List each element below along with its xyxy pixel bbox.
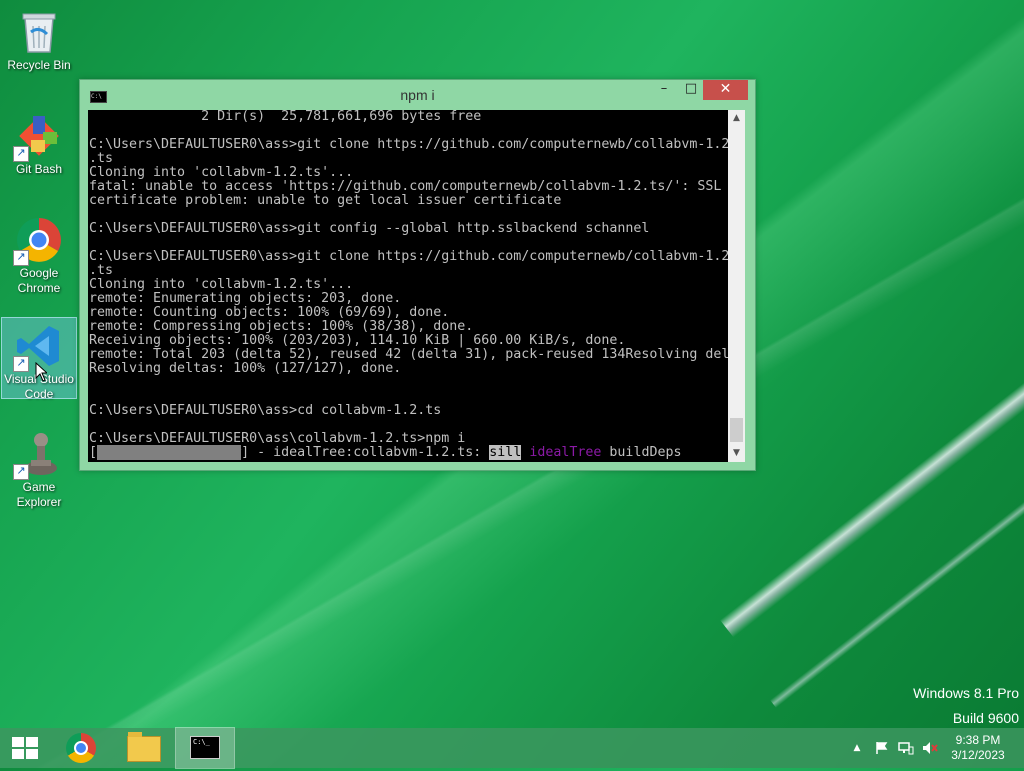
console-line: Resolving deltas: 100% (127/127), done. bbox=[89, 361, 402, 376]
console-window[interactable]: C:\ npm i – □ ✕ 2 Dir(s) 25,781,661,696 … bbox=[79, 79, 756, 471]
recycle-bin-icon bbox=[15, 8, 63, 56]
console-line: remote: Enumerating objects: 203, done. bbox=[89, 291, 402, 306]
scroll-down-icon[interactable]: ▼ bbox=[728, 445, 745, 462]
console-line: Cloning into 'collabvm-1.2.ts'... bbox=[89, 277, 354, 292]
console-line: remote: Compressing objects: 100% (38/38… bbox=[89, 319, 474, 334]
progress-open: [ bbox=[89, 445, 98, 460]
console-line: C:\Users\DEFAULTUSER0\ass>git clone http… bbox=[89, 137, 728, 152]
console-line: Cloning into 'collabvm-1.2.ts'... bbox=[89, 165, 354, 180]
desktop-icon-label: Google Chrome bbox=[17, 266, 61, 295]
desktop-icon-google-chrome[interactable]: ↗ Google Chrome bbox=[2, 212, 76, 296]
console-line: .ts bbox=[89, 151, 114, 166]
window-titlebar[interactable]: C:\ npm i – □ ✕ bbox=[80, 80, 755, 110]
console-line: 2 Dir(s) 25,781,661,696 bytes free bbox=[89, 110, 482, 124]
console-line: remote: Total 203 (delta 52), reused 42 … bbox=[89, 347, 728, 362]
start-button[interactable] bbox=[0, 728, 50, 768]
clock-date: 3/12/2023 bbox=[951, 748, 1005, 762]
vertical-scrollbar[interactable]: ▲ ▼ bbox=[728, 110, 745, 462]
scroll-up-icon[interactable]: ▲ bbox=[728, 110, 745, 127]
progress-stage: idealTree bbox=[529, 445, 602, 460]
os-build-watermark: Build 9600 bbox=[952, 710, 1019, 726]
taskbar-cmd-button[interactable]: C:\_ bbox=[175, 727, 235, 769]
console-line: remote: Counting objects: 100% (69/69), … bbox=[89, 305, 450, 320]
action-center-flag-icon[interactable] bbox=[872, 728, 892, 768]
network-icon[interactable] bbox=[896, 728, 916, 768]
console-line: Receiving objects: 100% (203/203), 114.1… bbox=[89, 333, 626, 348]
desktop-icon-visual-studio-code[interactable]: ↗ Visual Studio Code bbox=[1, 317, 77, 401]
git-bash-icon: ↗ bbox=[13, 112, 63, 162]
chrome-icon: ↗ bbox=[13, 216, 63, 266]
console-line: C:\Users\DEFAULTUSER0\ass>git config --g… bbox=[89, 221, 650, 236]
console-line: C:\Users\DEFAULTUSER0\ass\collabvm-1.2.t… bbox=[89, 431, 466, 446]
taskbar-clock[interactable]: 9:38 PM 3/12/2023 bbox=[948, 733, 1008, 763]
console-line: fatal: unable to access 'https://github.… bbox=[89, 179, 722, 194]
close-button[interactable]: ✕ bbox=[703, 80, 748, 100]
clock-time: 9:38 PM bbox=[955, 733, 1001, 747]
desktop-icon-game-explorer[interactable]: ↗ Game Explorer bbox=[2, 426, 76, 510]
taskbar: C:\_ ▲ 9:38 PM 3/12/2023 bbox=[0, 727, 1024, 769]
windows-logo-icon bbox=[12, 737, 38, 759]
log-level-badge: sill bbox=[489, 445, 522, 460]
progress-text: ] - idealTree:collabvm-1.2.ts: bbox=[241, 445, 490, 460]
os-edition-watermark: Windows 8.1 Pro bbox=[913, 685, 1019, 701]
wallpaper-streak bbox=[720, 299, 1024, 638]
scroll-thumb[interactable] bbox=[730, 418, 743, 442]
console-line: C:\Users\DEFAULTUSER0\ass>git clone http… bbox=[89, 249, 728, 264]
show-hidden-icons-button[interactable]: ▲ bbox=[848, 728, 866, 768]
shortcut-arrow-icon: ↗ bbox=[13, 146, 29, 162]
console-line: C:\Users\DEFAULTUSER0\ass>cd collabvm-1.… bbox=[89, 403, 442, 418]
progress-task: buildDeps bbox=[609, 445, 682, 460]
minimize-button[interactable]: – bbox=[651, 80, 677, 100]
shortcut-arrow-icon: ↗ bbox=[13, 250, 29, 266]
desktop-icon-recycle-bin[interactable]: Recycle Bin bbox=[2, 4, 76, 73]
progress-bar: ################## bbox=[97, 445, 242, 460]
volume-muted-icon[interactable] bbox=[920, 728, 940, 768]
shortcut-arrow-icon: ↗ bbox=[13, 356, 29, 372]
desktop-icon-label: Git Bash bbox=[15, 162, 63, 176]
console-output[interactable]: 2 Dir(s) 25,781,661,696 bytes free C:\Us… bbox=[88, 110, 728, 462]
mouse-cursor-icon bbox=[35, 362, 47, 382]
maximize-button[interactable]: □ bbox=[678, 80, 704, 100]
console-line: .ts bbox=[89, 263, 114, 278]
npm-progress-line: [##################] - idealTree:collabv… bbox=[88, 445, 728, 460]
desktop-icon-label: Game Explorer bbox=[16, 480, 62, 509]
taskbar-chrome-button[interactable] bbox=[52, 728, 110, 768]
cmd-icon: C:\_ bbox=[190, 736, 220, 759]
desktop-icon-git-bash[interactable]: ↗ Git Bash bbox=[2, 108, 76, 177]
desktop-icon-label: Recycle Bin bbox=[7, 58, 71, 72]
console-line: certificate problem: unable to get local… bbox=[89, 193, 562, 208]
console-text: 2 Dir(s) 25,781,661,696 bytes free C:\Us… bbox=[88, 110, 728, 446]
game-explorer-icon: ↗ bbox=[13, 430, 63, 480]
chrome-icon bbox=[66, 733, 96, 763]
folder-icon bbox=[127, 732, 161, 762]
taskbar-file-explorer-button[interactable] bbox=[114, 728, 172, 768]
shortcut-arrow-icon: ↗ bbox=[13, 464, 29, 480]
